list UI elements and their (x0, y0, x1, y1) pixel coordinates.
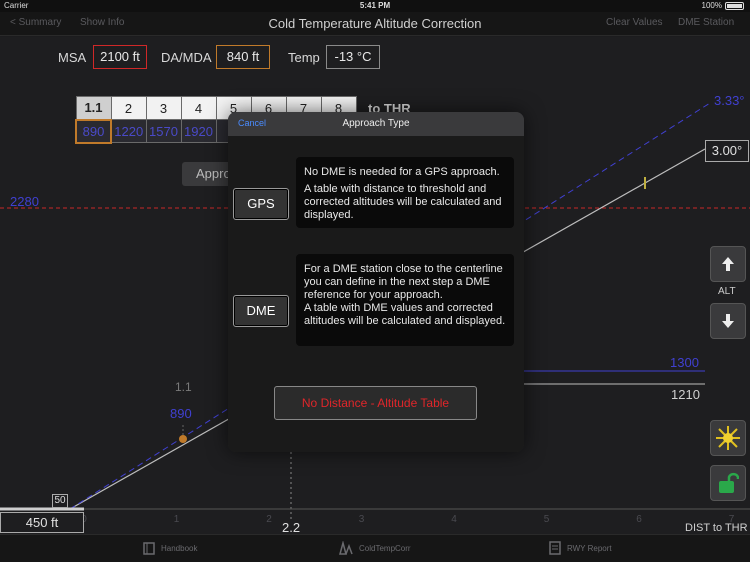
nav-bar: < Summary Show Info Cold Temperature Alt… (0, 12, 750, 36)
threshold-height-box: 50 (52, 494, 68, 508)
corrected-alt-label: 1300 (670, 355, 699, 370)
x-tick-label: 4 (451, 514, 457, 525)
x-tick-label: 5 (544, 514, 550, 525)
tab-rwy-report[interactable]: RWY Report (548, 541, 612, 555)
book-icon (143, 542, 155, 555)
no-distance-table-button[interactable]: No Distance - Altitude Table (274, 386, 477, 420)
cursor-distance-label: 2.2 (282, 520, 301, 535)
alt-side-label: ALT (718, 286, 736, 297)
altitude-cell: 890 (75, 118, 112, 144)
x-tick-label: 3 (359, 514, 365, 525)
x-axis-label: DIST to THR (685, 522, 748, 534)
msa-label: MSA (58, 50, 87, 65)
approach-type-modal: Cancel Approach Type GPS No DME is neede… (228, 112, 524, 452)
dme-button[interactable]: DME (233, 295, 289, 327)
report-icon (549, 541, 561, 555)
da-mda-field[interactable]: 840 ft (216, 45, 270, 69)
day-night-button[interactable] (710, 420, 746, 456)
gps-description: No DME is needed for a GPS approach. A t… (296, 157, 514, 228)
modal-title: Approach Type (342, 118, 410, 129)
msa-field[interactable]: 2100 ft (93, 45, 147, 69)
gps-desc-line: No DME is needed for a GPS approach. (304, 166, 500, 178)
tab-label: Handbook (161, 543, 198, 553)
x-tick-label: 2 (266, 514, 272, 525)
unlock-icon (719, 472, 739, 493)
battery-icon (725, 2, 744, 10)
gps-button[interactable]: GPS (233, 188, 289, 220)
battery-percent: 100% (701, 1, 722, 10)
tab-bar: Handbook ColdTempCorr RWY Report (0, 534, 750, 562)
status-time: 5:41 PM (359, 1, 391, 10)
altitude-cell: 1920 (180, 119, 217, 143)
alt-label: 1210 (671, 387, 700, 402)
modal-body: GPS No DME is needed for a GPS approach.… (228, 136, 524, 452)
dme-desc-line: A table with DME values and corrected al… (304, 302, 506, 327)
da-mda-label: DA/MDA (161, 50, 212, 65)
point-distance-label: 1.1 (175, 380, 192, 394)
tab-label: ColdTempCorr (359, 543, 411, 553)
alt-down-button[interactable] (710, 303, 746, 339)
distance-cell[interactable]: 3 (145, 96, 182, 120)
x-tick-label: 6 (636, 514, 642, 525)
tab-handbook[interactable]: Handbook (142, 541, 197, 555)
dme-station-button[interactable]: DME Station (678, 17, 734, 28)
point-altitude-label: 890 (170, 406, 192, 421)
x-axis-ticks: 01234567 (81, 514, 735, 525)
tab-label: RWY Report (567, 543, 612, 553)
distance-cell[interactable]: 2 (110, 96, 147, 120)
dme-description: For a DME station close to the centerlin… (296, 254, 514, 346)
temp-label: Temp (288, 50, 320, 65)
arrow-down-icon (722, 314, 734, 328)
distance-cell[interactable]: 1.1 (75, 96, 112, 120)
altitude-cell: 1570 (145, 119, 182, 143)
status-bar: Carrier 5:41 PM 100% (0, 0, 750, 12)
lock-button[interactable] (710, 465, 746, 501)
x-tick-label: 1 (174, 514, 180, 525)
gps-desc-line: A table with distance to threshold and c… (304, 183, 502, 221)
glide-angle-field[interactable]: 3.00° (705, 140, 749, 162)
arrow-up-icon (722, 257, 734, 271)
glide-angle-blue-label: 3.33° (714, 93, 745, 108)
clear-values-button[interactable]: Clear Values (606, 17, 663, 28)
distance-cell[interactable]: 4 (180, 96, 217, 120)
bottom-altitude-field[interactable]: 450 ft (0, 512, 84, 533)
msa-corrected-label: 2280 (10, 194, 39, 209)
altitude-point[interactable] (179, 435, 187, 443)
modal-header: Cancel Approach Type (228, 112, 524, 136)
sun-icon (716, 426, 740, 450)
thermometer-icon (339, 541, 353, 555)
alt-up-button[interactable] (710, 246, 746, 282)
dme-desc-line: For a DME station close to the centerlin… (304, 263, 503, 301)
temp-field[interactable]: -13 °C (326, 45, 380, 69)
tab-coldtempcorr[interactable]: ColdTempCorr (338, 541, 411, 555)
altitude-cell: 1220 (110, 119, 147, 143)
